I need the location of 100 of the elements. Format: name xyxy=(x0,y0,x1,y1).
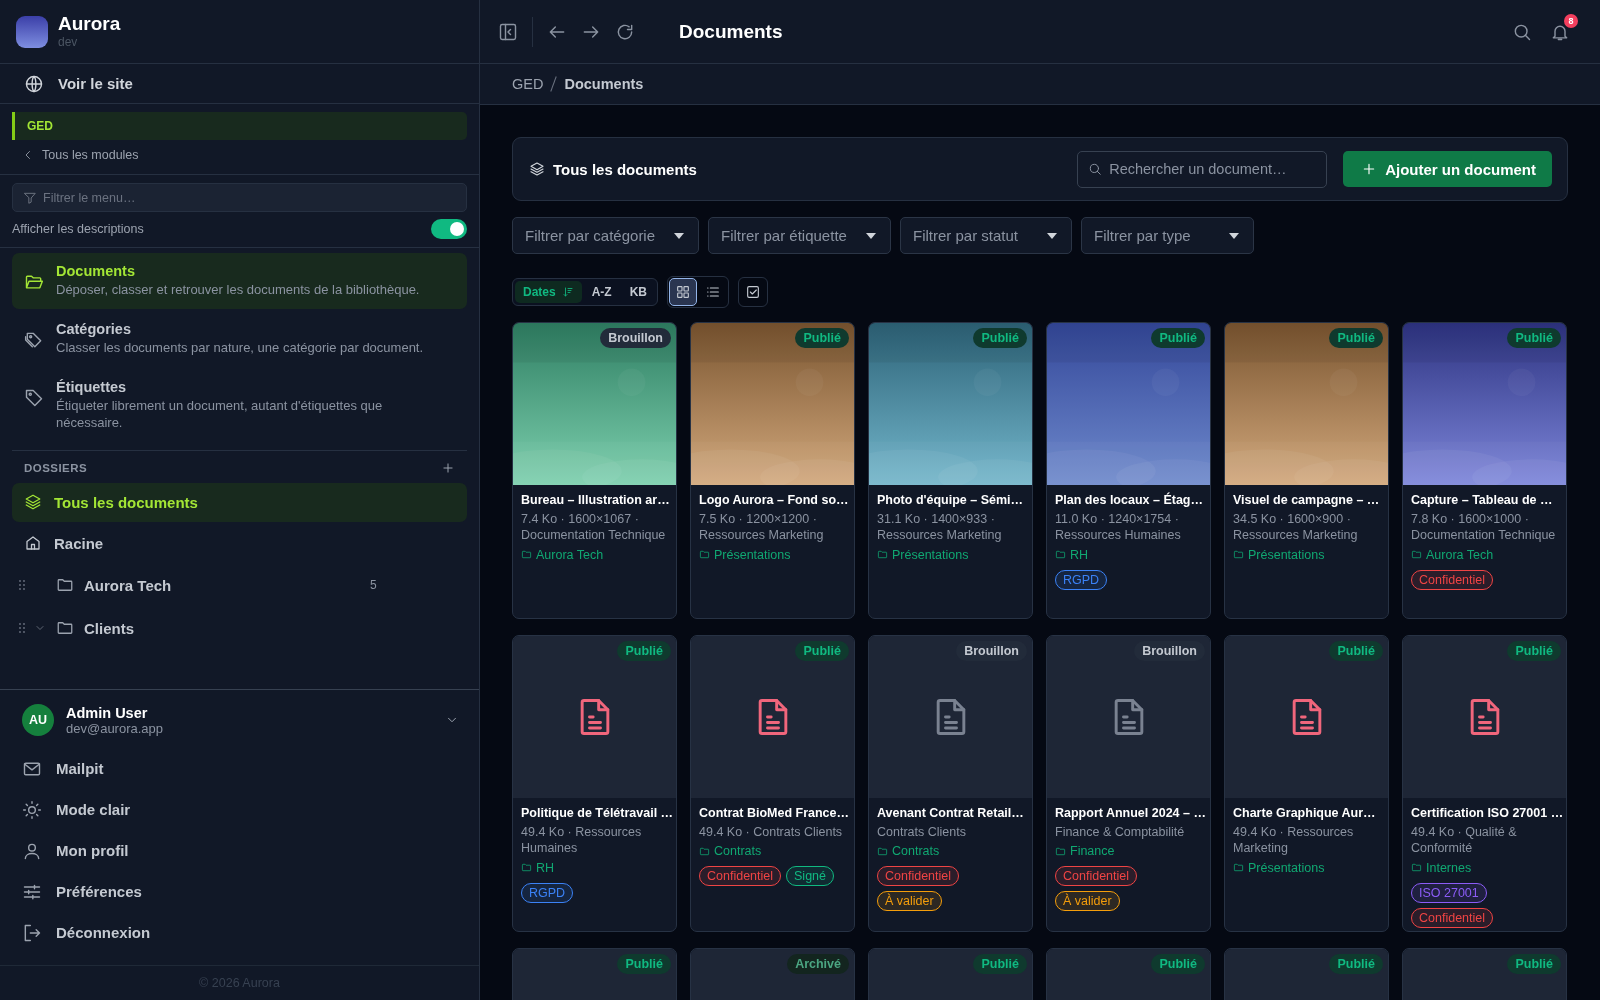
toggle-label: Afficher les descriptions xyxy=(12,222,144,236)
all-modules-link[interactable]: Tous les modules xyxy=(12,146,467,166)
status-badge: Publié xyxy=(1329,641,1383,661)
filter-icon xyxy=(23,190,37,205)
sort-button[interactable]: KB xyxy=(621,281,656,303)
document-meta: Finance & Comptabilité xyxy=(1055,824,1186,841)
folder-icon xyxy=(1411,862,1422,873)
account-menu-item[interactable]: Mode clair xyxy=(22,789,463,830)
drag-handle-icon[interactable] xyxy=(19,623,25,634)
nav-item[interactable]: Catégories Classer les documents par nature, une catégorie par document. xyxy=(12,310,467,367)
document-meta: 7.4 Ko · 1600×1067 · Documentation Technique xyxy=(521,511,667,544)
document-card[interactable]: Publié Plan des locaux – Étag… 11.0 Ko · 1240×1754 · Ressources Humaines RH RGPD xyxy=(1046,322,1211,619)
document-card[interactable]: Archivé xyxy=(690,948,855,1000)
nav-item[interactable]: Étiquettes Étiqueter librement un document, autant d'étiquettes que nécessaire. xyxy=(12,368,467,442)
document-card[interactable]: Publié xyxy=(1402,948,1567,1000)
filter-dropdown[interactable]: Filtrer par type xyxy=(1081,217,1254,254)
document-card[interactable]: Publié Logo Aurora – Fond so… 7.5 Ko · 1200×1200 · Ressources Marketing Présentations xyxy=(690,322,855,619)
status-badge: Brouillon xyxy=(1134,641,1205,661)
add-folder-icon[interactable] xyxy=(441,460,455,475)
document-card[interactable]: Publié xyxy=(1224,948,1389,1000)
document-card[interactable]: Publié Contrat BioMed France… 49.4 Ko · Contrats Clients Contrats Confidentiel Signé xyxy=(690,635,855,932)
sidebar-toggle-icon[interactable] xyxy=(498,21,518,42)
status-badge: Publié xyxy=(973,328,1027,348)
grid-view-button[interactable] xyxy=(669,278,698,306)
checkbox-icon xyxy=(745,284,762,300)
folder-name: Clients xyxy=(84,619,135,637)
document-meta: 7.8 Ko · 1600×1000 · Documentation Technique xyxy=(1411,511,1557,544)
layers-icon xyxy=(529,161,545,177)
globe-icon xyxy=(24,73,44,94)
document-meta: 31.1 Ko · 1400×933 · Ressources Marketing xyxy=(877,511,1003,544)
search-field[interactable]: Rechercher un document… xyxy=(1077,150,1328,188)
logout-icon xyxy=(22,922,42,943)
folder-link[interactable]: Aurora Tech xyxy=(1411,547,1558,562)
folder-icon xyxy=(1233,862,1244,873)
nav-item[interactable]: Documents Déposer, classer et retrouver les documents de la bibliothèque. xyxy=(12,253,467,309)
breadcrumb-item[interactable]: Documents xyxy=(564,76,644,92)
document-title: Avenant Contrat Retail… xyxy=(877,806,1024,820)
document-card[interactable]: Publié xyxy=(868,948,1033,1000)
document-card[interactable]: Publié Charte Graphique Aur… 49.4 Ko · Ressources Marketing Présentations xyxy=(1224,635,1389,932)
sort-button[interactable]: A-Z xyxy=(583,281,620,303)
document-title: Visuel de campagne – … xyxy=(1233,493,1380,507)
folder-link[interactable]: Finance xyxy=(1055,844,1202,859)
view-site-link[interactable]: Voir le site xyxy=(0,64,479,104)
tag-chip: ISO 27001 xyxy=(1411,882,1487,903)
folder-item[interactable]: Clients xyxy=(12,607,467,649)
account-menu-item[interactable]: Mon profil xyxy=(22,830,463,871)
module-header: GED xyxy=(12,112,467,140)
menu-filter-field[interactable]: Filtrer le menu… xyxy=(12,183,467,212)
sort-button[interactable]: Dates xyxy=(515,281,582,303)
folder-link[interactable]: Présentations xyxy=(699,547,846,562)
folder-link[interactable]: Aurora Tech xyxy=(521,547,668,562)
filter-dropdown[interactable]: Filtrer par étiquette xyxy=(708,217,891,254)
document-card[interactable]: Publié xyxy=(1046,948,1211,1000)
folder-link[interactable]: RH xyxy=(1055,547,1202,562)
folder-link[interactable]: Contrats xyxy=(877,844,1024,859)
folder-link[interactable]: Présentations xyxy=(1233,547,1380,562)
tag-chip: Signé xyxy=(786,866,834,887)
status-badge: Publié xyxy=(795,328,849,348)
folder-link[interactable]: Contrats xyxy=(699,844,846,859)
account-menu-item[interactable]: Mailpit xyxy=(22,748,463,789)
status-badge: Publié xyxy=(1329,328,1383,348)
document-title: Logo Aurora – Fond so… xyxy=(699,493,846,507)
add-document-button[interactable]: Ajouter un document xyxy=(1343,151,1552,187)
folder-item[interactable]: Aurora Tech 5 xyxy=(12,564,467,606)
document-card[interactable]: Publié Politique de Télétravail … 49.4 Ko · Ressources Humaines RH RGPD xyxy=(512,635,677,932)
folder-link[interactable]: RH xyxy=(521,860,668,875)
document-card[interactable]: Publié Capture – Tableau de … 7.8 Ko · 1600×1000 · Documentation Technique Aurora Tech Confidentiel xyxy=(1402,322,1567,619)
user-name: Admin User xyxy=(66,704,149,721)
document-card[interactable]: Publié Certification ISO 27001 … 49.4 Ko · Qualité & Conformité Internes ISO 27001 Confidentiel xyxy=(1402,635,1567,932)
folder-icon xyxy=(1055,549,1066,560)
document-card[interactable]: Publié Visuel de campagne – … 34.5 Ko · 1600×900 · Ressources Marketing Présentations xyxy=(1224,322,1389,619)
drag-handle-icon[interactable] xyxy=(19,580,25,591)
account-menu-item[interactable]: Préférences xyxy=(22,871,463,912)
folder-link[interactable]: Présentations xyxy=(877,547,1024,562)
filter-dropdown[interactable]: Filtrer par statut xyxy=(900,217,1072,254)
account-menu-item[interactable]: Déconnexion xyxy=(22,912,463,953)
document-card[interactable]: Publié Photo d'équipe – Sémi… 31.1 Ko · 1400×933 · Ressources Marketing Présentations xyxy=(868,322,1033,619)
document-card[interactable]: Brouillon Bureau – Illustration ar… 7.4 Ko · 1600×1067 · Documentation Technique Aurora Tech xyxy=(512,322,677,619)
document-title: Photo d'équipe – Sémi… xyxy=(877,493,1024,507)
folder-item[interactable]: Racine xyxy=(12,523,467,563)
folder-icon xyxy=(1411,549,1422,560)
document-meta: 7.5 Ko · 1200×1200 · Ressources Marketing xyxy=(699,511,825,544)
folder-link[interactable]: Présentations xyxy=(1233,860,1380,875)
status-badge: Brouillon xyxy=(956,641,1027,661)
document-card[interactable]: Brouillon Avenant Contrat Retail… Contrats Clients Contrats Confidentiel À valider xyxy=(868,635,1033,932)
folder-item[interactable]: Tous les documents xyxy=(12,482,467,522)
folder-icon xyxy=(1055,845,1066,857)
document-title: Contrat BioMed France… xyxy=(699,806,846,820)
folder-link[interactable]: Internes xyxy=(1411,860,1558,875)
folder-icon xyxy=(521,862,532,873)
sun-icon xyxy=(22,799,42,820)
environment-label: dev xyxy=(58,34,79,49)
filter-dropdown[interactable]: Filtrer par catégorie xyxy=(512,217,699,254)
document-card[interactable]: Brouillon Rapport Annuel 2024 – … Finance & Comptabilité Finance Confidentiel À valider xyxy=(1046,635,1211,932)
descriptions-toggle[interactable] xyxy=(431,219,467,239)
folder-icon xyxy=(1233,549,1244,560)
tag-chip: RGPD xyxy=(521,882,574,903)
breadcrumb-item[interactable]: GED xyxy=(512,76,544,92)
select-mode-button[interactable] xyxy=(738,277,769,307)
document-card[interactable]: Publié xyxy=(512,948,677,1000)
